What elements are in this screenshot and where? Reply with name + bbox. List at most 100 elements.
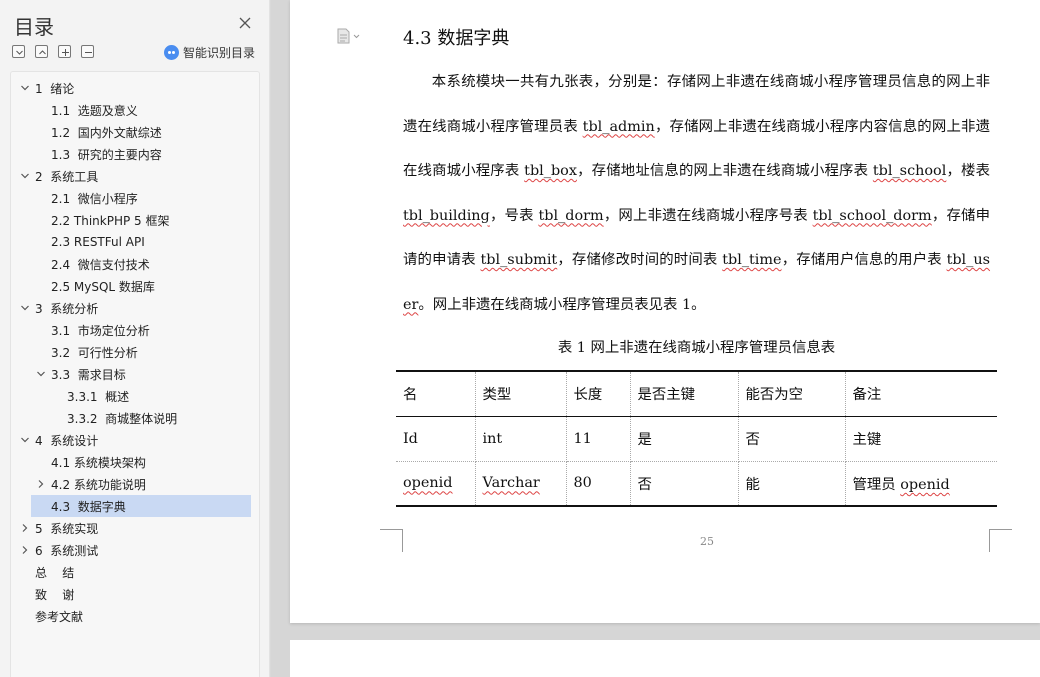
table-cell: 是 (629, 416, 739, 462)
cell-text: int (482, 430, 503, 447)
toc-item-label: 5 系统实现 (35, 521, 99, 536)
toc-panel: 目录 智能识别目录 1 绪论 1.1 选题及意义 1.2 国内外文献综述 1.3 研究… (0, 0, 270, 677)
cell-text: 管理员 openid (852, 476, 950, 493)
toc-item[interactable]: 1.1 选题及意义 (11, 99, 259, 121)
toc-item-label: 3.2 可行性分析 (51, 345, 138, 360)
toc-item[interactable]: 4.2 系统功能说明 (11, 473, 259, 495)
caret-spacer (35, 236, 47, 248)
toc-item[interactable]: 1 绪论 (11, 77, 259, 99)
data-dictionary-table: 名类型 长度 是否主键 能否为空 备注 Id int 11 是否主键 openid Varchar 8… (396, 370, 997, 507)
chevron-down-icon[interactable] (19, 302, 31, 314)
caret-spacer (35, 346, 47, 358)
toc-item[interactable]: 2.2 ThinkPHP 5 框架 (11, 209, 259, 231)
remove-heading-icon[interactable] (81, 45, 94, 58)
cell-text: 80 (573, 475, 592, 492)
toc-item-label: 2.4 微信支付技术 (51, 257, 150, 272)
chevron-down-icon[interactable] (19, 434, 31, 446)
toc-item-label: 3.3.2 商城整体说明 (67, 411, 178, 426)
toc-item[interactable]: 4 系统设计 (11, 429, 259, 451)
table-name-token: tbl_box (524, 163, 577, 179)
toc-item[interactable]: 2.4 微信支付技术 (11, 253, 259, 275)
cell-text: 长度 (573, 387, 603, 404)
caret-spacer (19, 566, 31, 578)
document-page: 4.3 数据字典 本系统模块一共有九张表，分别是：存储网上非遗在线商城小程序管理… (290, 0, 1040, 623)
chevron-down-icon[interactable] (35, 368, 47, 380)
table-header-cell: 备注 (844, 370, 997, 417)
table-header-cell: 名 (396, 370, 476, 417)
document-menu-icon[interactable] (337, 28, 361, 44)
table-cell: 否 (629, 461, 739, 507)
cell-text-token: openid (900, 476, 950, 493)
toc-item[interactable]: 4.3 数据字典 (31, 495, 251, 517)
body-paragraph: 本系统模块一共有九张表，分别是：存储网上非遗在线商城小程序管理员信息的网上非遗在… (403, 60, 990, 327)
add-heading-icon[interactable] (58, 45, 71, 58)
cell-text: 能否为空 (745, 387, 804, 404)
toc-item[interactable]: 2.1 微信小程序 (11, 187, 259, 209)
section-heading: 4.3 数据字典 (403, 28, 510, 49)
toc-item[interactable]: 总 结 (11, 561, 259, 583)
table-cell: 否 (737, 416, 846, 462)
cell-text: 能 (745, 476, 760, 493)
toc-item[interactable]: 3.3.2 商城整体说明 (11, 407, 259, 429)
table-row: openid Varchar 80 否 能 管理员 openid (396, 461, 997, 507)
table-name-token: tbl_building (403, 207, 490, 224)
table-cell: Id (396, 416, 476, 462)
expand-all-icon[interactable] (12, 45, 25, 58)
table-name-token: tbl_admin (582, 118, 655, 135)
table-name-token: tbl_time (722, 252, 782, 268)
paragraph-text: 。网上非遗在线商城小程序管理员表见表 1。 (418, 296, 706, 313)
toc-item-label: 4.2 系统功能说明 (51, 477, 146, 492)
toc-item[interactable]: 4.1 系统模块架构 (11, 451, 259, 473)
toc-item-label: 2.5 MySQL 数据库 (51, 279, 155, 294)
toc-item[interactable]: 5 系统实现 (11, 517, 259, 539)
paragraph-text: ，存储用户信息的用户表 (781, 252, 947, 268)
paragraph-text: ，存储修改时间的时间表 (557, 252, 723, 268)
table-name-token: tbl_submit (480, 252, 558, 268)
table-cell: 11 (565, 416, 631, 462)
next-page (290, 640, 1040, 677)
toc-item[interactable]: 2 系统工具 (11, 165, 259, 187)
toc-item[interactable]: 1.3 研究的主要内容 (11, 143, 259, 165)
toc-item-label: 4.1 系统模块架构 (51, 455, 146, 470)
toc-item[interactable]: 6 系统测试 (11, 539, 259, 561)
caret-spacer (35, 192, 47, 204)
toc-item[interactable]: 参考文献 (11, 605, 259, 627)
toc-item[interactable]: 2.5 MySQL 数据库 (11, 275, 259, 297)
chevron-down-icon[interactable] (19, 82, 31, 94)
chevron-right-icon[interactable] (35, 478, 47, 490)
chevron-down-icon[interactable] (19, 170, 31, 182)
smart-toc-label: 智能识别目录 (183, 46, 256, 60)
toc-item-label: 3.3 需求目标 (51, 367, 126, 382)
toc-item-label: 3.3.1 概述 (67, 389, 130, 404)
toc-item[interactable]: 3 系统分析 (11, 297, 259, 319)
table-header-cell: 能否为空 (737, 370, 846, 417)
caret-spacer (35, 214, 47, 226)
cell-text: 否 (745, 432, 760, 448)
toc-item[interactable]: 3.2 可行性分析 (11, 341, 259, 363)
table-header-cell: 是否主键 (629, 370, 739, 417)
cell-text: Varchar (482, 475, 540, 492)
toc-toolbar (12, 45, 94, 58)
table-cell: openid (396, 461, 476, 507)
smart-toc-button[interactable]: 智能识别目录 (164, 44, 255, 61)
toc-item[interactable]: 3.3 需求目标 (11, 363, 259, 385)
chevron-right-icon[interactable] (19, 544, 31, 556)
toc-item[interactable]: 3.1 市场定位分析 (11, 319, 259, 341)
collapse-all-icon[interactable] (35, 45, 48, 58)
toc-item-label: 1.3 研究的主要内容 (51, 147, 162, 162)
cell-text: openid (403, 475, 453, 492)
toc-item[interactable]: 3.3.1 概述 (11, 385, 259, 407)
toc-item[interactable]: 2.3 RESTFul API (11, 231, 259, 253)
document-area: 4.3 数据字典 本系统模块一共有九张表，分别是：存储网上非遗在线商城小程序管理… (271, 0, 1040, 677)
smart-assistant-icon (164, 45, 179, 60)
toc-item-label: 1 绪论 (35, 81, 75, 96)
toc-item-label: 1.2 国内外文献综述 (51, 125, 162, 140)
chevron-right-icon[interactable] (19, 522, 31, 534)
caret-spacer (35, 258, 47, 270)
close-icon[interactable] (236, 14, 254, 32)
toc-item[interactable]: 1.2 国内外文献综述 (11, 121, 259, 143)
caret-spacer (35, 456, 47, 468)
caret-spacer (51, 390, 63, 402)
page-number: 25 (700, 535, 714, 548)
toc-item[interactable]: 致 谢 (11, 583, 259, 605)
